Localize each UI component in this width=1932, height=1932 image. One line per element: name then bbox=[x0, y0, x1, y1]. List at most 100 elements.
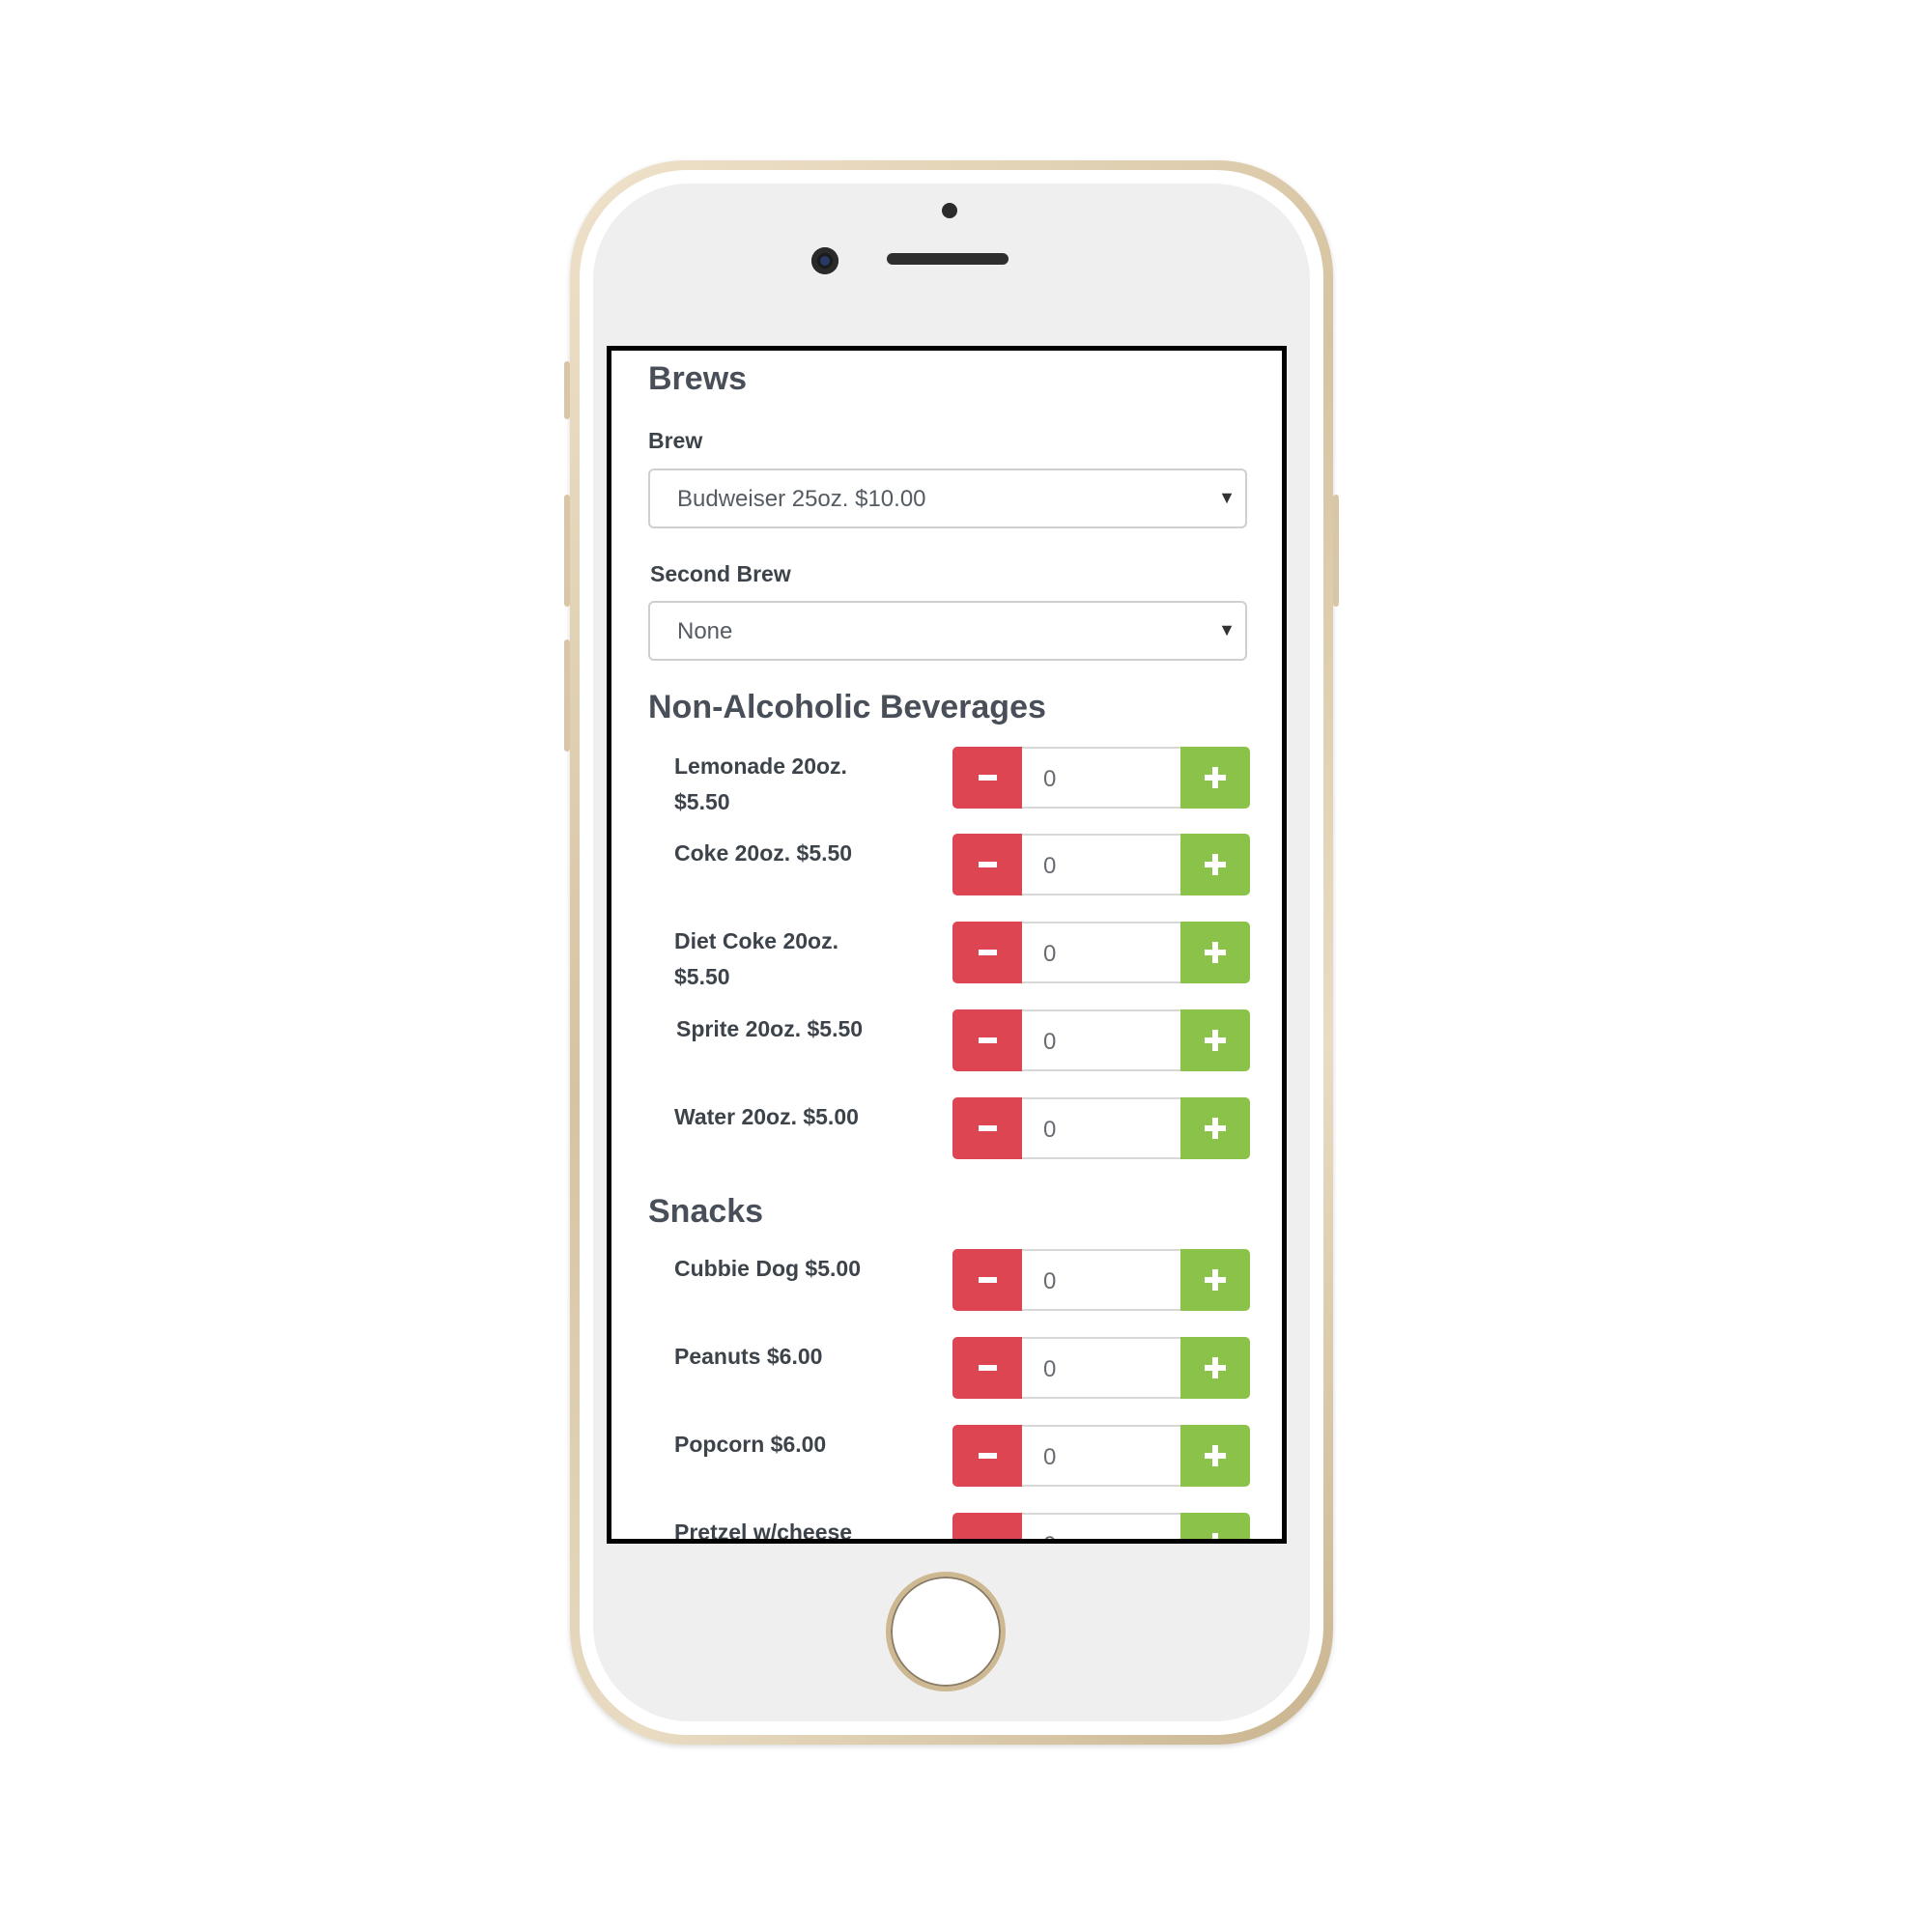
increment-button[interactable] bbox=[1180, 1513, 1250, 1539]
decrement-button[interactable] bbox=[952, 747, 1022, 809]
quantity-input[interactable]: 0 bbox=[1022, 747, 1180, 809]
decrement-button[interactable] bbox=[952, 1425, 1022, 1487]
quantity-value: 0 bbox=[1043, 1444, 1057, 1470]
item-label: Pretzel w/cheese bbox=[674, 1520, 853, 1544]
phone-volume-up-button bbox=[564, 495, 570, 607]
plus-icon bbox=[1205, 854, 1226, 875]
quantity-value: 0 bbox=[1043, 1117, 1057, 1143]
item-label: Diet Coke 20oz. $5.50 bbox=[674, 928, 838, 989]
quantity-input[interactable]: 0 bbox=[1022, 1337, 1180, 1399]
plus-icon bbox=[1205, 1030, 1226, 1051]
minus-icon bbox=[979, 1541, 997, 1544]
phone-screen: Brews Brew Budweiser 25oz. $10.00 ▼ Seco… bbox=[607, 346, 1287, 1544]
front-camera-icon bbox=[811, 247, 838, 274]
quantity-input[interactable]: 0 bbox=[1022, 1425, 1180, 1487]
quantity-stepper: 0 bbox=[952, 834, 1250, 895]
minus-icon bbox=[979, 1453, 997, 1459]
plus-icon bbox=[1205, 1357, 1226, 1378]
second-brew-label: Second Brew bbox=[650, 561, 791, 586]
increment-button[interactable] bbox=[1180, 1249, 1250, 1311]
item-label: Popcorn $6.00 bbox=[674, 1432, 827, 1457]
plus-icon bbox=[1205, 1533, 1226, 1539]
beverages-heading: Non-Alcoholic Beverages bbox=[648, 689, 1046, 725]
quantity-stepper: 0 bbox=[952, 747, 1250, 809]
list-item: Coke 20oz. $5.50 0 bbox=[611, 834, 1282, 913]
brews-heading: Brews bbox=[648, 360, 748, 397]
quantity-stepper: 0 bbox=[952, 1513, 1250, 1544]
brew-select[interactable]: Budweiser 25oz. $10.00 ▼ bbox=[648, 469, 1247, 528]
list-item: Sprite 20oz. $5.50 0 bbox=[611, 1009, 1282, 1089]
caret-down-icon: ▼ bbox=[1218, 620, 1236, 639]
minus-icon bbox=[979, 950, 997, 955]
brew-label: Brew bbox=[648, 428, 703, 453]
plus-icon bbox=[1205, 1269, 1226, 1291]
quantity-stepper: 0 bbox=[952, 1425, 1250, 1487]
decrement-button[interactable] bbox=[952, 1513, 1022, 1544]
item-label: Water 20oz. $5.00 bbox=[674, 1104, 859, 1129]
quantity-input[interactable]: 0 bbox=[1022, 1097, 1180, 1159]
plus-icon bbox=[1205, 1445, 1226, 1466]
minus-icon bbox=[979, 1365, 997, 1371]
quantity-value: 0 bbox=[1043, 853, 1057, 879]
phone-power-button bbox=[1333, 495, 1339, 607]
snacks-heading: Snacks bbox=[648, 1193, 764, 1230]
list-item: Lemonade 20oz. $5.50 0 bbox=[611, 747, 1282, 826]
quantity-value: 0 bbox=[1043, 1532, 1056, 1539]
quantity-input[interactable]: 0 bbox=[1022, 1249, 1180, 1311]
quantity-input[interactable]: 0 bbox=[1022, 922, 1180, 983]
minus-icon bbox=[979, 1037, 997, 1043]
minus-icon bbox=[979, 775, 997, 781]
quantity-stepper: 0 bbox=[952, 1097, 1250, 1159]
quantity-value: 0 bbox=[1043, 1029, 1057, 1055]
decrement-button[interactable] bbox=[952, 922, 1022, 983]
phone-volume-down-button bbox=[564, 639, 570, 752]
quantity-input[interactable]: 0 bbox=[1022, 834, 1180, 895]
list-item: Popcorn $6.00 0 bbox=[611, 1425, 1282, 1504]
increment-button[interactable] bbox=[1180, 747, 1250, 809]
quantity-stepper: 0 bbox=[952, 922, 1250, 983]
list-item: Pretzel w/cheese 0 bbox=[611, 1513, 1282, 1544]
item-label: Peanuts $6.00 bbox=[674, 1344, 823, 1369]
second-brew-select[interactable]: None ▼ bbox=[648, 601, 1247, 661]
list-item: Cubbie Dog $5.00 0 bbox=[611, 1249, 1282, 1328]
earpiece-speaker bbox=[887, 253, 1009, 265]
home-button[interactable] bbox=[886, 1572, 1006, 1691]
quantity-value: 0 bbox=[1043, 941, 1057, 967]
list-item: Diet Coke 20oz. $5.50 0 bbox=[611, 922, 1282, 1001]
decrement-button[interactable] bbox=[952, 1337, 1022, 1399]
increment-button[interactable] bbox=[1180, 1425, 1250, 1487]
proximity-sensor bbox=[942, 203, 957, 218]
quantity-value: 0 bbox=[1043, 1356, 1057, 1382]
decrement-button[interactable] bbox=[952, 834, 1022, 895]
decrement-button[interactable] bbox=[952, 1249, 1022, 1311]
increment-button[interactable] bbox=[1180, 834, 1250, 895]
increment-button[interactable] bbox=[1180, 1009, 1250, 1071]
second-brew-select-value: None bbox=[677, 618, 733, 644]
item-label: Lemonade 20oz. $5.50 bbox=[674, 753, 847, 814]
quantity-input[interactable]: 0 bbox=[1022, 1513, 1180, 1539]
caret-down-icon: ▼ bbox=[1218, 488, 1236, 507]
increment-button[interactable] bbox=[1180, 1097, 1250, 1159]
increment-button[interactable] bbox=[1180, 1337, 1250, 1399]
quantity-input[interactable]: 0 bbox=[1022, 1009, 1180, 1071]
minus-icon bbox=[979, 862, 997, 867]
increment-button[interactable] bbox=[1180, 922, 1250, 983]
plus-icon bbox=[1205, 942, 1226, 963]
quantity-stepper: 0 bbox=[952, 1337, 1250, 1399]
item-label: Cubbie Dog $5.00 bbox=[674, 1256, 861, 1281]
quantity-value: 0 bbox=[1043, 1268, 1057, 1294]
list-item: Peanuts $6.00 0 bbox=[611, 1337, 1282, 1416]
quantity-stepper: 0 bbox=[952, 1009, 1250, 1071]
decrement-button[interactable] bbox=[952, 1009, 1022, 1071]
brew-select-value: Budweiser 25oz. $10.00 bbox=[677, 486, 926, 512]
minus-icon bbox=[979, 1125, 997, 1131]
decrement-button[interactable] bbox=[952, 1097, 1022, 1159]
list-item: Water 20oz. $5.00 0 bbox=[611, 1097, 1282, 1177]
item-label: Coke 20oz. $5.50 bbox=[674, 840, 853, 866]
quantity-stepper: 0 bbox=[952, 1249, 1250, 1311]
plus-icon bbox=[1205, 767, 1226, 788]
quantity-value: 0 bbox=[1043, 766, 1057, 792]
minus-icon bbox=[979, 1277, 997, 1283]
plus-icon bbox=[1205, 1118, 1226, 1139]
phone-side-button bbox=[564, 361, 570, 419]
